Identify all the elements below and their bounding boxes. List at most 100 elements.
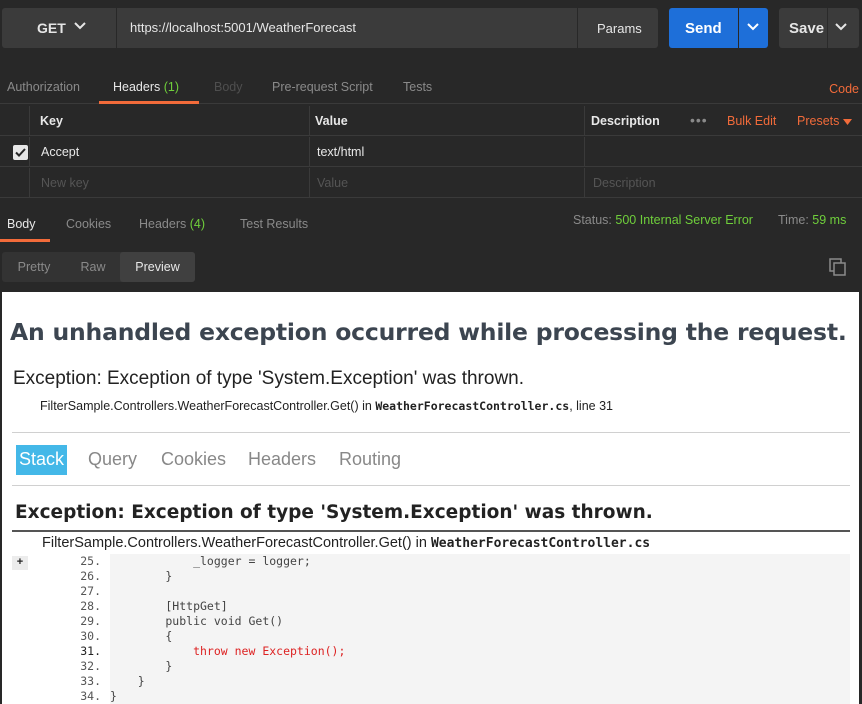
header-cell-check xyxy=(0,106,30,136)
tab-response-cookies[interactable]: Cookies xyxy=(66,217,111,231)
view-toolbar: Pretty Raw Preview xyxy=(0,250,862,284)
method-select[interactable]: GET xyxy=(2,8,116,48)
chevron-down-icon xyxy=(835,23,847,31)
table-header-row: Key Value Description ••• Bulk Edit Pres… xyxy=(0,106,862,136)
url-input[interactable]: https://localhost:5001/WeatherForecast xyxy=(117,8,577,48)
divider xyxy=(12,485,850,486)
new-key-input[interactable]: New key xyxy=(30,168,310,198)
chevron-down-icon xyxy=(747,23,759,31)
status-readout: Status: 500 Internal Server Error xyxy=(573,213,753,227)
time-readout: Time: 59 ms xyxy=(778,213,846,227)
active-tab-indicator xyxy=(0,239,50,242)
response-tabs: Body Cookies Headers (4) Test Results St… xyxy=(0,206,862,242)
stack-file: WeatherForecastController.cs xyxy=(430,536,651,551)
save-button[interactable]: Save xyxy=(779,8,859,48)
response-headers-count: (4) xyxy=(189,217,206,231)
tab-body[interactable]: Body xyxy=(214,80,243,94)
line-number: 31. xyxy=(80,644,101,658)
tab-headers-label: Headers xyxy=(113,80,161,94)
table-row: Accept text/html xyxy=(0,137,862,167)
method-label: GET xyxy=(37,20,66,36)
line-number: 26. xyxy=(80,569,101,583)
response-preview: An unhandled exception occurred while pr… xyxy=(2,292,859,704)
bulk-edit-link[interactable]: Bulk Edit xyxy=(727,114,776,128)
new-value-input[interactable]: Value xyxy=(310,168,585,198)
tab-headers[interactable]: Headers xyxy=(245,445,319,475)
active-tab-indicator xyxy=(99,101,199,104)
headers-count-badge: (1) xyxy=(163,80,180,94)
view-pretty-button[interactable]: Pretty xyxy=(2,252,66,282)
header-value: text/html xyxy=(317,145,365,159)
send-options-button[interactable] xyxy=(739,8,768,48)
request-tabs: Authorization Headers (1) Body Pre-reque… xyxy=(0,70,862,104)
tab-headers[interactable]: Headers (1) xyxy=(113,80,179,94)
request-bar: GET https://localhost:5001/WeatherForeca… xyxy=(0,0,862,58)
send-button[interactable]: Send xyxy=(669,8,738,48)
stack-exception-heading: Exception: Exception of type 'System.Exc… xyxy=(15,502,653,523)
new-value-placeholder: Value xyxy=(317,176,349,190)
code-link[interactable]: Code xyxy=(829,82,859,96)
tab-cookies[interactable]: Cookies xyxy=(158,445,229,475)
key-cell[interactable]: Accept xyxy=(30,137,310,167)
tab-stack[interactable]: Stack xyxy=(16,445,68,475)
error-title: An unhandled exception occurred while pr… xyxy=(10,318,847,346)
tab-routing[interactable]: Routing xyxy=(336,445,404,475)
line-number: 34. xyxy=(80,689,101,703)
stack-method: FilterSample.Controllers.WeatherForecast… xyxy=(42,535,431,551)
new-description-input[interactable]: Description xyxy=(585,168,862,198)
location-line: , line 31 xyxy=(569,399,613,413)
view-raw-button[interactable]: Raw xyxy=(66,252,120,282)
divider xyxy=(12,530,850,532)
status-label: Status: xyxy=(573,213,612,227)
value-cell[interactable]: text/html xyxy=(310,137,585,167)
tab-response-body[interactable]: Body xyxy=(7,217,36,231)
line-number: 30. xyxy=(80,629,101,643)
divider xyxy=(827,8,828,48)
presets-dropdown[interactable]: Presets xyxy=(797,114,852,128)
column-description: Description xyxy=(591,114,660,128)
header-key: Accept xyxy=(41,145,80,159)
header-enabled-checkbox[interactable] xyxy=(13,145,28,160)
empty-check-cell xyxy=(0,168,30,198)
column-key: Key xyxy=(40,114,63,128)
column-value: Value xyxy=(315,114,348,128)
divider xyxy=(12,432,850,433)
exception-message: Exception: Exception of type 'System.Exc… xyxy=(13,368,525,389)
description-cell[interactable] xyxy=(585,137,862,167)
time-label: Time: xyxy=(778,213,809,227)
tab-tests[interactable]: Tests xyxy=(403,80,432,94)
params-label: Params xyxy=(597,21,642,36)
url-text: https://localhost:5001/WeatherForecast xyxy=(130,20,356,35)
location-file: WeatherForecastController.cs xyxy=(375,399,570,413)
check-icon xyxy=(15,148,26,157)
line-code: [HttpGet] xyxy=(110,599,228,613)
line-code: } xyxy=(110,689,117,703)
presets-label: Presets xyxy=(797,114,840,128)
params-button[interactable]: Params xyxy=(578,8,658,48)
stack-frame-location: FilterSample.Controllers.WeatherForecast… xyxy=(42,535,650,551)
tab-authorization[interactable]: Authorization xyxy=(7,80,80,94)
tab-test-results[interactable]: Test Results xyxy=(240,217,308,231)
caret-down-icon xyxy=(842,119,852,125)
line-number: 28. xyxy=(80,599,101,613)
new-header-row: New key Value Description xyxy=(0,168,862,198)
location-method: FilterSample.Controllers.WeatherForecast… xyxy=(40,399,376,413)
line-number: 29. xyxy=(80,614,101,628)
header-cell-value: Value xyxy=(310,106,585,136)
line-code: throw new Exception(); xyxy=(110,644,346,658)
tab-pre-request-script[interactable]: Pre-request Script xyxy=(272,80,373,94)
line-number: 27. xyxy=(80,584,101,598)
line-code: } xyxy=(110,674,145,688)
send-label: Send xyxy=(685,20,722,37)
line-code: _logger = logger; xyxy=(110,554,311,568)
save-label: Save xyxy=(789,20,825,37)
view-preview-button[interactable]: Preview xyxy=(120,252,195,282)
copy-icon[interactable] xyxy=(829,258,847,276)
tab-response-headers[interactable]: Headers (4) xyxy=(139,217,205,231)
header-cell-key: Key xyxy=(30,106,310,136)
new-key-placeholder: New key xyxy=(41,176,89,190)
more-options-icon[interactable]: ••• xyxy=(690,112,708,128)
exception-location: FilterSample.Controllers.WeatherForecast… xyxy=(40,399,613,413)
tab-response-headers-label: Headers xyxy=(139,217,187,231)
tab-query[interactable]: Query xyxy=(85,445,140,475)
